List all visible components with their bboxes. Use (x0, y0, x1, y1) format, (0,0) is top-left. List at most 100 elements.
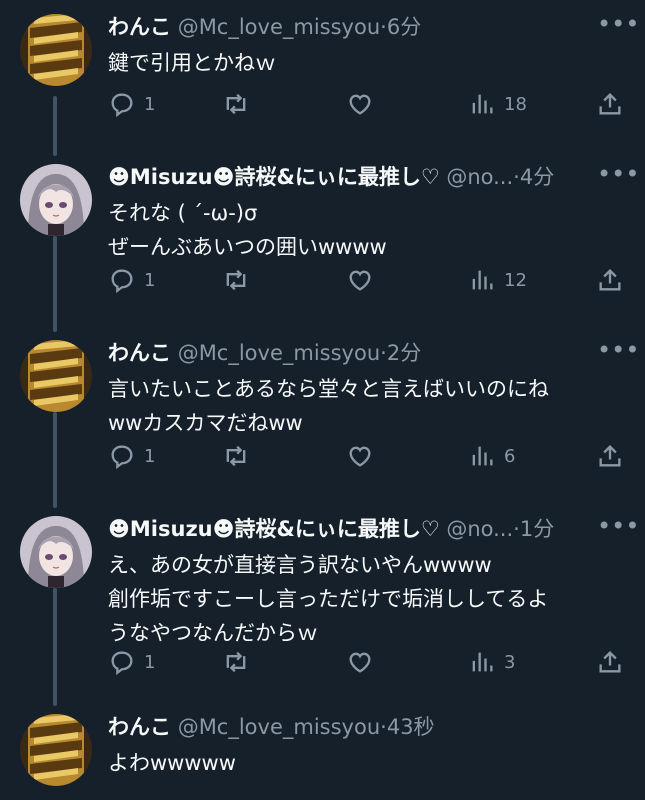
tweet-line: ぜーんぶあいつの囲いwwww (108, 235, 387, 259)
user-handle[interactable]: @no... (446, 517, 513, 541)
separator-dot: · (380, 715, 387, 739)
action-bar: 1 12 (108, 264, 625, 296)
reply-button[interactable]: 1 (108, 264, 155, 296)
tweet-header: わんこ @Mc_love_missyou·6分 (108, 12, 595, 42)
view-count: 18 (504, 93, 527, 115)
share-icon (599, 93, 621, 115)
like-button[interactable] (346, 88, 374, 120)
user-handle[interactable]: @no... (446, 165, 513, 189)
views-button[interactable]: 12 (468, 264, 527, 296)
timestamp[interactable]: 2分 (387, 341, 421, 365)
view-count: 3 (504, 651, 516, 673)
separator-dot: · (513, 165, 520, 189)
user-avatar[interactable] (20, 14, 92, 86)
reply-count: 1 (144, 651, 156, 673)
display-name[interactable]: ☻Misuzu☻詩桜&にぃに最推し♡ (108, 517, 440, 541)
display-name[interactable]: わんこ (108, 15, 171, 39)
reply-count: 1 (144, 269, 156, 291)
views-icon (472, 652, 493, 672)
dog-avatar-image (20, 14, 92, 86)
tweet-header: わんこ @Mc_love_missyou·43秒 (108, 712, 595, 742)
share-icon (599, 445, 621, 467)
user-handle[interactable]: @Mc_love_missyou (178, 15, 380, 39)
retweet-button[interactable] (222, 440, 250, 472)
reply-count: 1 (144, 93, 156, 115)
retweet-button[interactable] (222, 646, 250, 678)
views-icon (472, 94, 493, 114)
action-bar: 1 3 (108, 646, 625, 678)
display-name[interactable]: ☻Misuzu☻詩桜&にぃに最推し♡ (108, 165, 440, 189)
share-button[interactable] (596, 440, 624, 472)
tweet[interactable]: わんこ @Mc_love_missyou·43秒 よわwwwww (0, 700, 645, 800)
separator-dot: · (380, 15, 387, 39)
timestamp[interactable]: 4分 (520, 165, 554, 189)
more-icon[interactable]: ••• (597, 514, 639, 544)
like-button[interactable] (346, 440, 374, 472)
more-icon[interactable]: ••• (597, 12, 639, 42)
tweet-line: wwカスカマだねww (108, 411, 303, 435)
reply-icon (111, 93, 133, 118)
reply-icon (111, 269, 133, 294)
tweet-header: ☻Misuzu☻詩桜&にぃに最推し♡ @no...·4分 (108, 162, 595, 192)
reply-button[interactable]: 1 (108, 646, 155, 678)
user-avatar[interactable] (20, 340, 92, 412)
tweet-line: 鍵で引用とかねｗ (108, 51, 276, 75)
action-bar: 1 18 (108, 88, 625, 120)
dog-avatar-image (20, 340, 92, 412)
user-handle[interactable]: @Mc_love_missyou (178, 341, 380, 365)
timestamp[interactable]: 43秒 (387, 715, 435, 739)
view-count: 12 (504, 269, 527, 291)
share-button[interactable] (596, 646, 624, 678)
tweet[interactable]: わんこ @Mc_love_missyou·6分 ••• 鍵で引用とかねｗ 1 1… (0, 0, 645, 150)
more-icon[interactable]: ••• (597, 338, 639, 368)
tweet-text: それな ( ´-ω-)σ ぜーんぶあいつの囲いwwww (108, 196, 617, 264)
tweet-header: わんこ @Mc_love_missyou·2分 (108, 338, 595, 368)
retweet-icon (226, 269, 246, 291)
like-button[interactable] (346, 646, 374, 678)
user-avatar[interactable] (20, 714, 92, 786)
reply-button[interactable]: 1 (108, 440, 155, 472)
timestamp[interactable]: 6分 (387, 15, 421, 39)
tweet-line: うなやつなんだからｗ (108, 621, 318, 645)
retweet-icon (226, 93, 246, 115)
user-avatar[interactable] (20, 516, 92, 588)
tweet[interactable]: わんこ @Mc_love_missyou·2分 ••• 言いたいことあるなら堂々… (0, 326, 645, 502)
anime-girl-avatar-image (20, 164, 92, 236)
views-button[interactable]: 3 (468, 646, 515, 678)
retweet-button[interactable] (222, 264, 250, 296)
display-name[interactable]: わんこ (108, 715, 171, 739)
reply-button[interactable]: 1 (108, 88, 155, 120)
more-icon[interactable]: ••• (597, 162, 639, 192)
dog-avatar-image (20, 714, 92, 786)
share-button[interactable] (596, 264, 624, 296)
share-button[interactable] (596, 88, 624, 120)
share-icon (599, 651, 621, 673)
timeline-feed: わんこ @Mc_love_missyou·6分 ••• 鍵で引用とかねｗ 1 1… (0, 0, 645, 800)
user-avatar[interactable] (20, 164, 92, 236)
views-icon (472, 446, 493, 466)
share-icon (599, 269, 621, 291)
like-icon (349, 270, 371, 291)
retweet-icon (226, 651, 246, 673)
tweet[interactable]: ☻Misuzu☻詩桜&にぃに最推し♡ @no...·1分 ••• え、あの女が直… (0, 502, 645, 700)
views-button[interactable]: 18 (468, 88, 527, 120)
action-bar: 1 6 (108, 440, 625, 472)
display-name[interactable]: わんこ (108, 341, 171, 365)
tweet-header: ☻Misuzu☻詩桜&にぃに最推し♡ @no...·1分 (108, 514, 595, 544)
view-count: 6 (504, 445, 516, 467)
user-handle[interactable]: @Mc_love_missyou (178, 715, 380, 739)
tweet-text: よわwwwww (108, 746, 617, 780)
like-button[interactable] (346, 264, 374, 296)
tweet-line: よわwwwww (108, 751, 236, 775)
tweet-line: え、あの女が直接言う訳ないやんwwww (108, 553, 492, 577)
like-icon (349, 446, 371, 467)
tweet[interactable]: ☻Misuzu☻詩桜&にぃに最推し♡ @no...·4分 ••• それな ( ´… (0, 150, 645, 326)
timestamp[interactable]: 1分 (520, 517, 554, 541)
views-button[interactable]: 6 (468, 440, 515, 472)
separator-dot: · (380, 341, 387, 365)
tweet-text: 鍵で引用とかねｗ (108, 46, 617, 80)
retweet-button[interactable] (222, 88, 250, 120)
like-icon (349, 94, 371, 115)
tweet-text: え、あの女が直接言う訳ないやんwwww 創作垢ですこーし言っただけで垢消ししてる… (108, 548, 617, 650)
anime-girl-avatar-image (20, 516, 92, 588)
